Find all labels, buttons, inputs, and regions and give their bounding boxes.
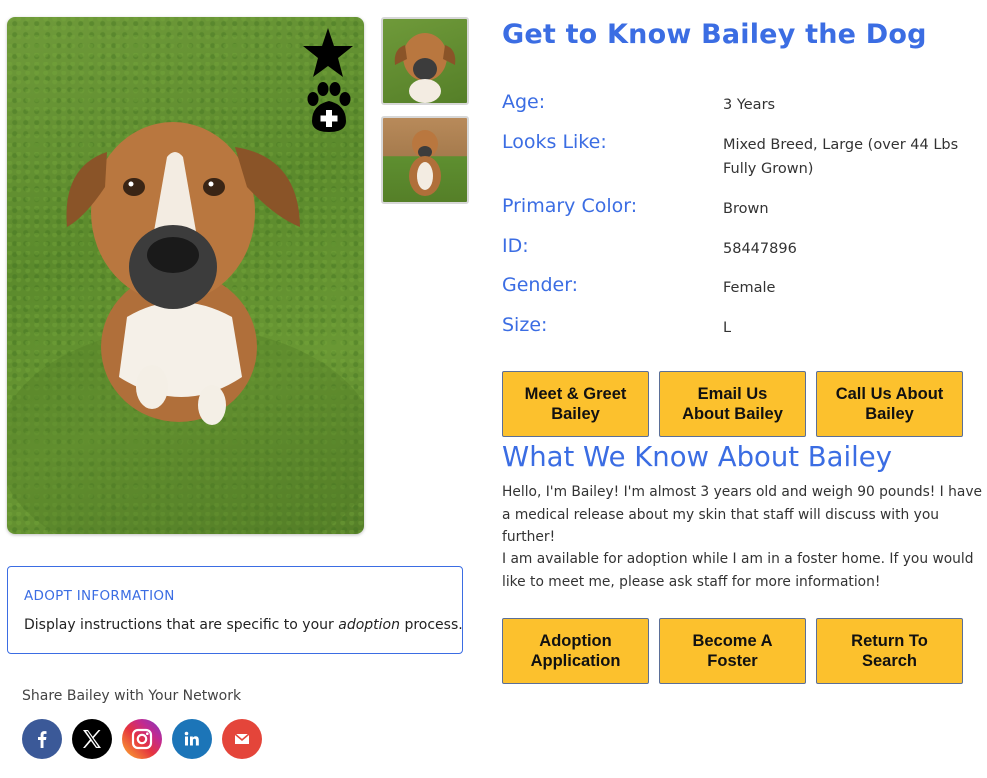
- about-paragraph-1: Hello, I'm Bailey! I'm almost 3 years ol…: [502, 484, 982, 545]
- facebook-share-button[interactable]: [22, 719, 62, 759]
- detail-label: Looks Like:: [502, 131, 607, 153]
- page-title: Get to Know Bailey the Dog: [502, 19, 927, 50]
- email-icon: [234, 733, 250, 744]
- become-a-foster-button[interactable]: Become A Foster: [659, 618, 806, 684]
- dog-thumbnail-illustration: [409, 130, 441, 196]
- adopt-information-box: ADOPT INFORMATION Display instructions t…: [7, 566, 463, 654]
- detail-value: Female: [723, 280, 776, 296]
- photo-thumbnail-2[interactable]: [381, 116, 469, 204]
- adoption-application-button[interactable]: Adoption Application: [502, 618, 649, 684]
- about-paragraph-2: I am available for adoption while I am i…: [502, 551, 974, 590]
- button-label: Return To Search: [851, 632, 928, 670]
- adopt-text-emphasis: adoption: [338, 617, 400, 633]
- linkedin-share-button[interactable]: [172, 719, 212, 759]
- adopt-information-text: Display instructions that are specific t…: [24, 617, 463, 633]
- detail-value: Brown: [723, 201, 769, 217]
- detail-row-primary-color: Primary Color: Brown: [502, 195, 972, 219]
- detail-value: 58447896: [723, 241, 797, 257]
- button-label: Become A Foster: [692, 632, 773, 670]
- about-section-title: What We Know About Bailey: [502, 441, 892, 473]
- paw-add-icon[interactable]: [302, 81, 356, 133]
- email-share-button[interactable]: [222, 719, 262, 759]
- detail-value: Mixed Breed, Large (over 44 Lbs Fully Gr…: [723, 137, 959, 177]
- detail-label: ID:: [502, 235, 529, 257]
- adopt-information-title: ADOPT INFORMATION: [24, 588, 175, 604]
- detail-row-size: Size: L: [502, 314, 972, 338]
- meet-and-greet-button[interactable]: Meet & Greet Bailey: [502, 371, 649, 437]
- x-share-button[interactable]: [72, 719, 112, 759]
- adopt-text-part: Display instructions that are specific t…: [24, 617, 339, 633]
- instagram-icon: [131, 728, 153, 750]
- email-us-button[interactable]: Email Us About Bailey: [659, 371, 806, 437]
- detail-label: Age:: [502, 91, 546, 113]
- button-label: Call Us About Bailey: [835, 385, 944, 423]
- x-icon: [83, 730, 101, 748]
- button-label: Meet & Greet Bailey: [524, 385, 627, 423]
- dog-thumbnail-illustration: [394, 33, 456, 103]
- adopt-text-part: process.: [400, 617, 463, 633]
- photo-thumbnail-1[interactable]: [381, 17, 469, 105]
- detail-row-looks-like: Looks Like: Mixed Breed, Large (over 44 …: [502, 131, 972, 179]
- instagram-share-button[interactable]: [122, 719, 162, 759]
- facebook-icon: [38, 731, 47, 748]
- linkedin-icon: [184, 731, 199, 746]
- detail-label: Gender:: [502, 274, 579, 296]
- detail-value: 3 Years: [723, 97, 776, 113]
- favorite-star-icon[interactable]: [301, 27, 355, 79]
- button-label: Email Us About Bailey: [682, 385, 783, 423]
- detail-row-gender: Gender: Female: [502, 274, 972, 298]
- detail-label: Size:: [502, 314, 548, 336]
- call-us-button[interactable]: Call Us About Bailey: [816, 371, 963, 437]
- return-to-search-button[interactable]: Return To Search: [816, 618, 963, 684]
- share-label: Share Bailey with Your Network: [22, 688, 242, 704]
- detail-value: L: [723, 320, 732, 336]
- detail-label: Primary Color:: [502, 195, 638, 217]
- button-label: Adoption Application: [530, 632, 621, 670]
- detail-row-age: Age: 3 Years: [502, 91, 972, 115]
- detail-row-id: ID: 58447896: [502, 235, 972, 259]
